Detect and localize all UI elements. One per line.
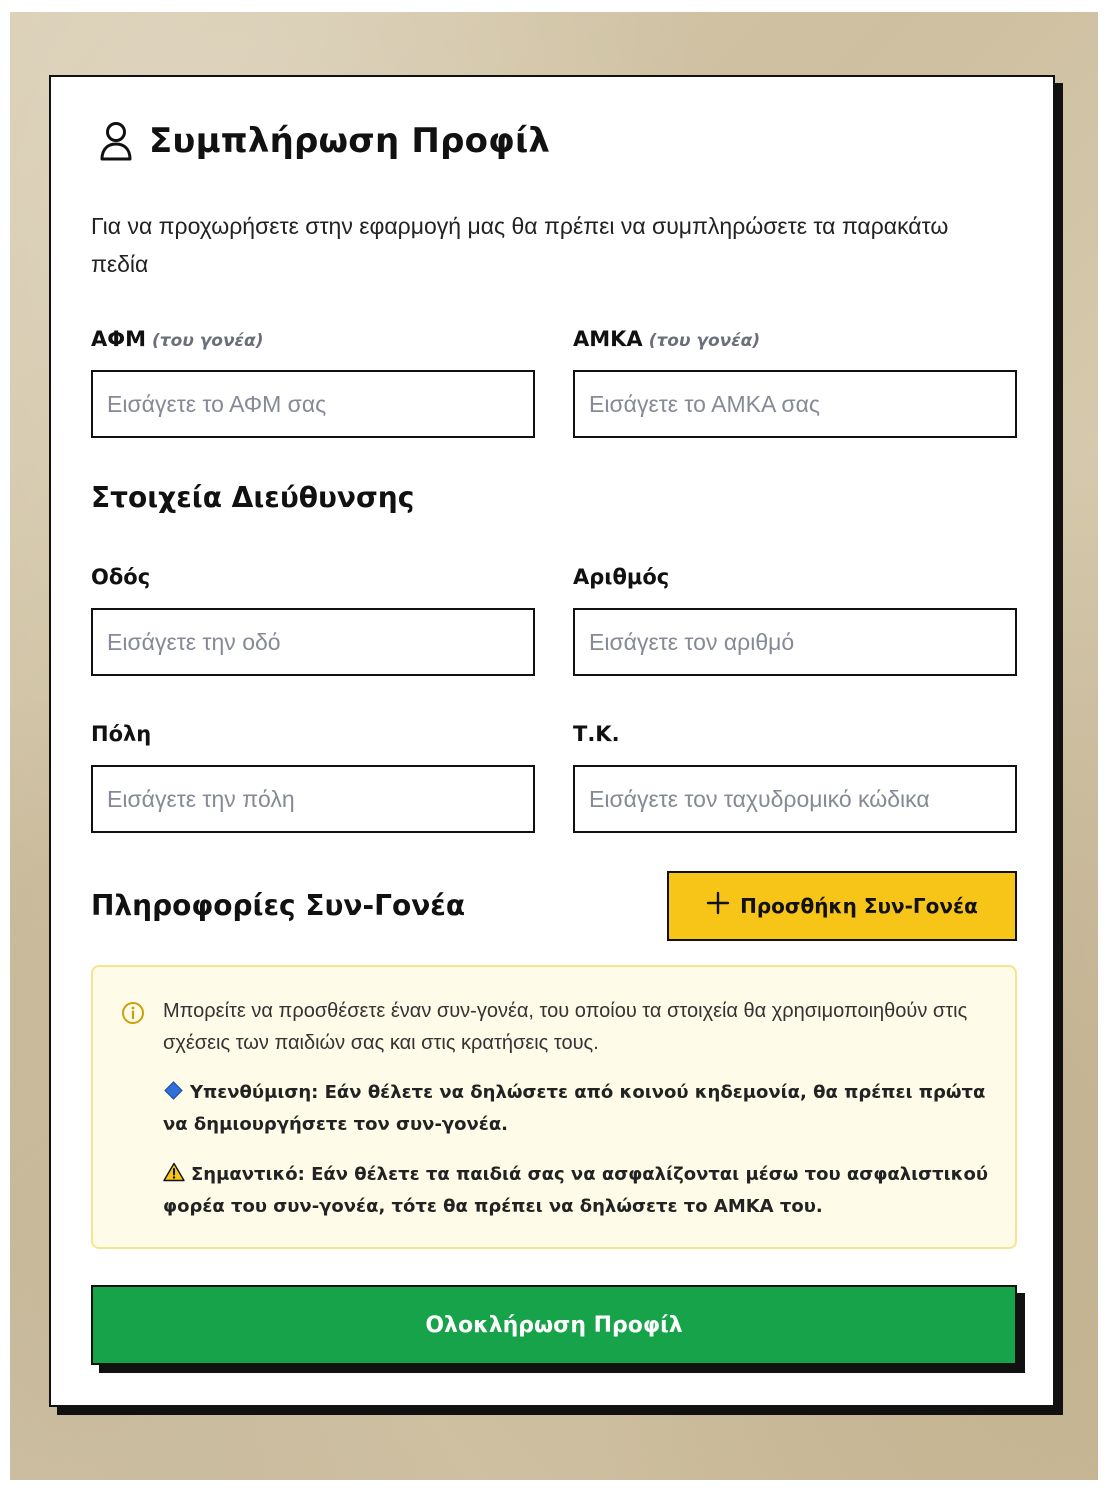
reminder-text: Υπενθύμιση: Εάν θέλετε να δηλώσετε από κ… <box>163 1082 986 1135</box>
street-input[interactable] <box>91 608 535 676</box>
city-label: Πόλη <box>91 722 152 746</box>
afm-hint: (του γονέα) <box>152 331 264 351</box>
header: Συμπλήρωση Προφίλ <box>99 121 550 161</box>
afm-label-text: ΑΦΜ <box>91 327 147 351</box>
number-label: Αριθμός <box>573 565 670 589</box>
reminder-note: Υπενθύμιση: Εάν θέλετε να δηλώσετε από κ… <box>163 1077 1003 1141</box>
blue-diamond-icon <box>164 1081 183 1100</box>
plus-icon <box>706 891 730 921</box>
profile-card: Συμπλήρωση Προφίλ Για να προχωρήσετε στη… <box>49 75 1055 1407</box>
street-label: Οδός <box>91 565 151 589</box>
address-section-title: Στοιχεία Διεύθυνσης <box>91 481 415 514</box>
amka-label: ΑΜΚΑ (του γονέα) <box>573 327 760 351</box>
coparent-info-box: Μπορείτε να προσθέσετε έναν συν-γονέα, τ… <box>91 965 1017 1249</box>
complete-profile-button[interactable]: Ολοκλήρωση Προφίλ <box>91 1285 1017 1365</box>
afm-label: ΑΦΜ (του γονέα) <box>91 327 263 351</box>
intro-text: Για να προχωρήσετε στην εφαρμογή μας θα … <box>91 213 949 277</box>
page-title: Συμπλήρωση Προφίλ <box>149 121 551 161</box>
afm-input[interactable] <box>91 370 535 438</box>
info-text: Μπορείτε να προσθέσετε έναν συν-γονέα, τ… <box>163 1000 968 1054</box>
amka-label-text: ΑΜΚΑ <box>573 327 643 351</box>
coparent-section-title: Πληροφορίες Συν-Γονέα <box>91 889 466 922</box>
user-icon <box>99 121 133 161</box>
number-input[interactable] <box>573 608 1017 676</box>
info-icon <box>121 1001 145 1025</box>
add-coparent-button[interactable]: Προσθήκη Συν-Γονέα <box>667 871 1017 941</box>
amka-hint: (του γονέα) <box>648 331 761 351</box>
city-input[interactable] <box>91 765 535 833</box>
warning-icon <box>163 1161 185 1182</box>
important-note: Σημαντικό: Εάν θέλετε τα παιδιά σας να α… <box>163 1159 1003 1223</box>
important-text: Σημαντικό: Εάν θέλετε τα παιδιά σας να α… <box>163 1164 988 1217</box>
postal-code-input[interactable] <box>573 765 1017 833</box>
complete-profile-label: Ολοκλήρωση Προφίλ <box>425 1312 683 1338</box>
add-coparent-label: Προσθήκη Συν-Γονέα <box>740 894 978 918</box>
amka-input[interactable] <box>573 370 1017 438</box>
postal-code-label: Τ.Κ. <box>573 722 620 746</box>
